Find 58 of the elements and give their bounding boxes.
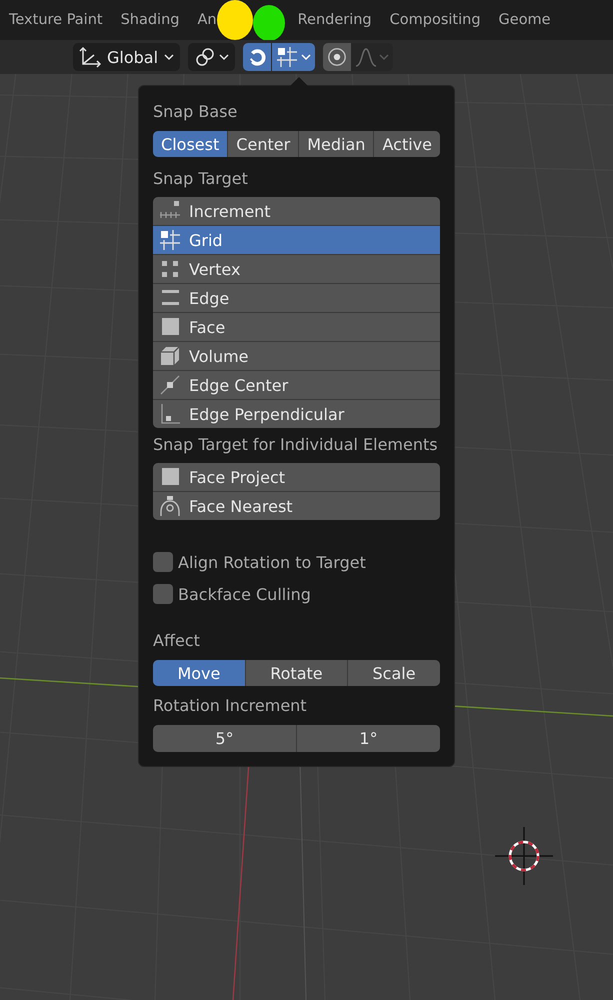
affect-option[interactable]: Move [153,660,245,686]
checkbox-label: Backface Culling [178,584,311,604]
face-nearest-icon [159,495,181,517]
snap-option[interactable]: Edge Perpendicular [153,400,440,428]
orientation-label: Global [107,48,158,66]
face-icon [159,316,181,338]
snap-option[interactable]: Edge [153,284,440,312]
snap-base-option[interactable]: Center [228,131,298,157]
snap-target-dropdown[interactable] [272,43,316,71]
snap-option[interactable]: Vertex [153,255,440,283]
grid-icon [276,46,298,68]
snap-base-option[interactable]: Closest [153,131,228,157]
chevron-icon [301,53,312,61]
affect-option[interactable]: Rotate [246,660,348,686]
chevron-icon [379,53,390,61]
rotation-increment-button[interactable]: 5° [153,725,296,752]
checkbox[interactable] [153,584,173,604]
checkbox-label: Align Rotation to Target [178,552,366,572]
workspace-tab[interactable]: Compositing [380,0,490,40]
snap-option[interactable]: Volume [153,342,440,370]
workspace-tab[interactable]: Texture Paint [0,0,112,40]
face-icon [159,466,181,488]
snap-option[interactable]: Face [153,313,440,341]
section-label: Snap Base [153,102,238,122]
3d-cursor-icon [493,825,555,887]
chevron-icon [164,53,174,61]
snap-option[interactable]: Edge Center [153,371,440,399]
workspace-tab[interactable]: An [188,0,217,40]
workspace-tab[interactable]: Rendering [288,0,381,40]
edge-perpendicular-icon [159,403,181,425]
snap-option[interactable]: Face Nearest [153,492,440,520]
affect-option[interactable]: Scale [348,660,440,686]
section-label: Affect [153,631,200,651]
snap-toggle[interactable] [243,43,272,71]
snap-option[interactable]: Face Project [153,463,440,491]
workspace-tab[interactable]: Geome [490,0,560,40]
workspace-tab[interactable]: Shading [112,0,188,40]
section-label: Rotation Increment [153,696,307,716]
checkbox[interactable] [153,552,173,572]
grid-icon [159,229,181,251]
rotation-increment-button[interactable]: 1° [297,725,440,752]
snap-base-option[interactable]: Active [374,131,440,157]
vertex-icon [159,258,181,280]
edge-center-icon [159,374,181,396]
link-icon [194,46,216,68]
snap-option[interactable]: Increment [153,197,440,225]
target-circle-icon [327,46,348,68]
chevron-icon [219,53,230,61]
snap-base-option[interactable]: Median [299,131,374,157]
orientation-dropdown[interactable]: Global [73,43,180,71]
falloff-curve-icon [355,46,378,68]
section-label: Snap Target for Individual Elements [153,435,438,455]
axes-icon [79,46,101,68]
cube-icon [159,345,181,367]
proportional-edit-toggle[interactable] [323,43,352,71]
section-label: Snap Target [153,169,248,189]
pivot-dropdown[interactable] [188,43,236,71]
snap-option[interactable]: Grid [153,226,440,254]
